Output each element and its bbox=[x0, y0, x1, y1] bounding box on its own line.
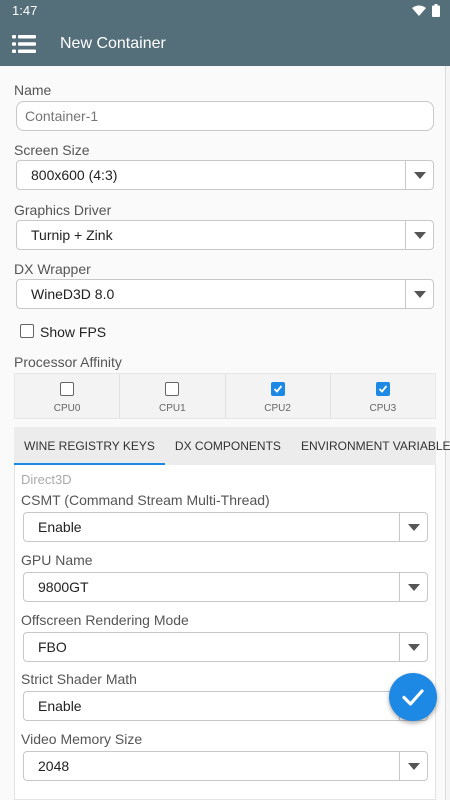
cpu1-label: CPU1 bbox=[159, 403, 186, 414]
cpu2-checkbox[interactable] bbox=[270, 382, 285, 396]
csmt-value: Enable bbox=[38, 519, 82, 535]
offscreen-rendering-label: Offscreen Rendering Mode bbox=[21, 612, 189, 628]
registry-keys-panel: Direct3D CSMT (Command Stream Multi-Thre… bbox=[14, 465, 436, 800]
chevron-down-icon bbox=[405, 221, 433, 249]
form-sheet: Name Screen Size 800x600 (4:3) Graphics … bbox=[0, 66, 450, 800]
cpu-option-1[interactable]: CPU1 bbox=[120, 374, 226, 418]
strict-shader-math-select[interactable]: Enable bbox=[23, 691, 428, 721]
screen-size-select[interactable]: 800x600 (4:3) bbox=[16, 160, 434, 190]
video-memory-label: Video Memory Size bbox=[21, 731, 143, 747]
strict-shader-math-label: Strict Shader Math bbox=[21, 671, 137, 687]
graphics-driver-select[interactable]: Turnip + Zink bbox=[16, 220, 434, 250]
settings-tabs: WINE REGISTRY KEYS DX COMPONENTS ENVIRON… bbox=[14, 427, 450, 465]
cpu-option-2[interactable]: CPU2 bbox=[226, 374, 331, 418]
chevron-down-icon bbox=[399, 573, 427, 601]
processor-affinity-label: Processor Affinity bbox=[14, 354, 122, 370]
chevron-down-icon bbox=[405, 280, 433, 308]
app-bar: New Container bbox=[0, 22, 450, 66]
cpu-option-0[interactable]: CPU0 bbox=[15, 374, 121, 418]
cpu0-label: CPU0 bbox=[53, 403, 81, 414]
graphics-driver-value: Turnip + Zink bbox=[31, 227, 113, 243]
name-label: Name bbox=[14, 82, 52, 98]
gpu-name-value: 9800GT bbox=[38, 579, 89, 595]
content-area[interactable]: Name Screen Size 800x600 (4:3) Graphics … bbox=[0, 66, 450, 800]
screen-size-value: 800x600 (4:3) bbox=[31, 167, 118, 183]
graphics-driver-label: Graphics Driver bbox=[14, 202, 112, 218]
video-memory-select[interactable]: 2048 bbox=[23, 751, 428, 781]
tab-wine-registry-keys[interactable]: WINE REGISTRY KEYS bbox=[14, 427, 165, 465]
gpu-name-label: GPU Name bbox=[21, 552, 93, 568]
dx-wrapper-label: DX Wrapper bbox=[14, 261, 91, 277]
battery-icon bbox=[432, 4, 440, 17]
csmt-label: CSMT (Command Stream Multi-Thread) bbox=[21, 492, 270, 508]
csmt-select[interactable]: Enable bbox=[23, 512, 428, 542]
section-heading: Direct3D bbox=[21, 472, 72, 487]
strict-shader-math-value: Enable bbox=[38, 698, 82, 714]
cpu3-checkbox[interactable] bbox=[375, 382, 390, 396]
show-fps-label: Show FPS bbox=[40, 324, 107, 340]
wifi-icon bbox=[412, 5, 426, 16]
offscreen-rendering-value: FBO bbox=[38, 639, 67, 655]
chevron-down-icon bbox=[399, 633, 427, 661]
status-bar: 1:47 bbox=[0, 0, 450, 22]
menu-icon bbox=[12, 35, 36, 53]
cpu1-checkbox[interactable] bbox=[165, 382, 180, 396]
video-memory-value: 2048 bbox=[38, 758, 70, 774]
checkmark-icon bbox=[402, 689, 424, 706]
gpu-name-select[interactable]: 9800GT bbox=[23, 572, 428, 602]
confirm-button[interactable] bbox=[389, 673, 437, 721]
checkmark-icon bbox=[273, 385, 282, 393]
screen-size-label: Screen Size bbox=[14, 142, 90, 158]
tab-environment-variables[interactable]: ENVIRONMENT VARIABLES bbox=[291, 427, 450, 465]
chevron-down-icon bbox=[399, 752, 427, 780]
dx-wrapper-value: WineD3D 8.0 bbox=[31, 286, 115, 302]
cpu2-label: CPU2 bbox=[264, 403, 291, 414]
name-input[interactable] bbox=[16, 101, 434, 131]
processor-affinity-grid: CPU0 CPU1 CPU2 CPU3 bbox=[14, 373, 436, 419]
page-title: New Container bbox=[60, 35, 166, 52]
show-fps-checkbox[interactable] bbox=[20, 324, 34, 338]
checkmark-icon bbox=[378, 385, 388, 393]
chevron-down-icon bbox=[405, 161, 433, 189]
cpu3-label: CPU3 bbox=[369, 403, 397, 414]
dx-wrapper-select[interactable]: WineD3D 8.0 bbox=[16, 279, 434, 309]
status-time: 1:47 bbox=[12, 3, 38, 18]
cpu0-checkbox[interactable] bbox=[60, 382, 75, 396]
chevron-down-icon bbox=[399, 513, 427, 541]
menu-button[interactable] bbox=[12, 32, 36, 56]
cpu-option-3[interactable]: CPU3 bbox=[331, 374, 435, 418]
tab-dx-components[interactable]: DX COMPONENTS bbox=[165, 427, 291, 465]
offscreen-rendering-select[interactable]: FBO bbox=[23, 632, 428, 662]
